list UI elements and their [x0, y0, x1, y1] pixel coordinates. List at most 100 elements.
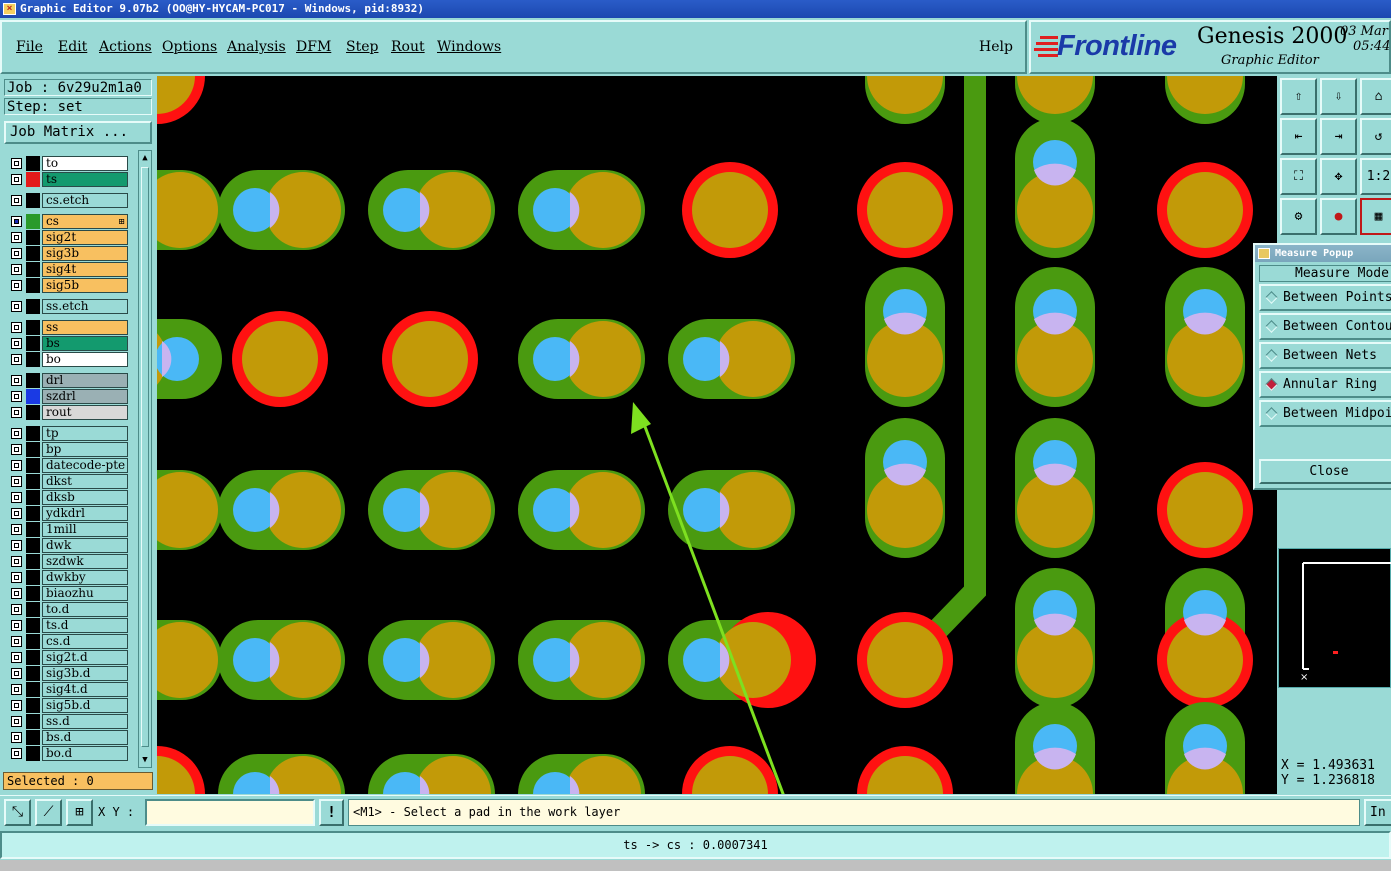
radio-icon[interactable] [1265, 320, 1278, 333]
layer-name[interactable]: cs.d [42, 634, 128, 649]
layer-name[interactable]: datecode-pte [42, 458, 128, 473]
layer-row-sig2t[interactable]: sig2t [8, 230, 128, 245]
layer-color-swatch[interactable] [26, 602, 40, 617]
layer-color-swatch[interactable] [26, 458, 40, 473]
layer-color-swatch[interactable] [26, 172, 40, 187]
layer-name[interactable]: sig3b.d [42, 666, 128, 681]
layer-color-swatch[interactable] [26, 299, 40, 314]
snap-angle-icon[interactable]: ⟋ [35, 799, 62, 826]
layer-color-swatch[interactable] [26, 682, 40, 697]
layer-row-sig5b[interactable]: sig5b [8, 278, 128, 293]
layer-name[interactable]: dksb [42, 490, 128, 505]
radio-icon[interactable] [1265, 349, 1278, 362]
layer-checkbox[interactable] [11, 508, 22, 519]
measure-option-annular-ring[interactable]: Annular Ring [1259, 371, 1391, 398]
layer-row-sig4t[interactable]: sig4t [8, 262, 128, 277]
layer-row-drl[interactable]: drl [8, 373, 128, 388]
layer-checkbox[interactable] [11, 492, 22, 503]
layer-row-ss.etch[interactable]: ss.etch [8, 299, 128, 314]
layer-color-swatch[interactable] [26, 262, 40, 277]
tools-icon[interactable]: ⚙ [1280, 198, 1317, 235]
layer-row-1mill[interactable]: 1mill [8, 522, 128, 537]
layer-row-dwkby[interactable]: dwkby [8, 570, 128, 585]
layer-checkbox[interactable] [11, 572, 22, 583]
export-icon[interactable]: ⇩ [1320, 78, 1357, 115]
menu-help[interactable]: Help [979, 39, 1013, 55]
layer-row-sig3b[interactable]: sig3b [8, 246, 128, 261]
radio-icon[interactable] [1265, 378, 1278, 391]
layer-checkbox[interactable] [11, 588, 22, 599]
layer-name[interactable]: ss.etch [42, 299, 128, 314]
xy-input[interactable] [145, 799, 315, 826]
layer-name[interactable]: bo.d [42, 746, 128, 761]
layer-checkbox[interactable] [11, 444, 22, 455]
layer-row-sig5b.d[interactable]: sig5b.d [8, 698, 128, 713]
layer-row-tp[interactable]: tp [8, 426, 128, 441]
layer-name[interactable]: ts.d [42, 618, 128, 633]
job-matrix-button[interactable]: Job Matrix ... [4, 121, 152, 144]
layer-row-cs.etch[interactable]: cs.etch [8, 193, 128, 208]
layer-color-swatch[interactable] [26, 570, 40, 585]
layer-row-cs[interactable]: cs ⊞ [8, 214, 128, 229]
layer-color-swatch[interactable] [26, 746, 40, 761]
layer-name[interactable]: rout [42, 405, 128, 420]
measure-option-between-contours[interactable]: Between Contours [1259, 313, 1391, 340]
layer-name[interactable]: 1mill [42, 522, 128, 537]
layer-checkbox[interactable] [11, 174, 22, 185]
layer-name[interactable]: ydkdrl [42, 506, 128, 521]
layer-checkbox[interactable] [11, 604, 22, 615]
layer-row-datecode-pte[interactable]: datecode-pte [8, 458, 128, 473]
layer-color-swatch[interactable] [26, 698, 40, 713]
layer-name[interactable]: to [42, 156, 128, 171]
layer-color-swatch[interactable] [26, 506, 40, 521]
layer-checkbox[interactable] [11, 540, 22, 551]
layer-checkbox[interactable] [11, 556, 22, 567]
layer-name[interactable]: ts [42, 172, 128, 187]
layer-name[interactable]: sig3b [42, 246, 128, 261]
layer-row-cs.d[interactable]: cs.d [8, 634, 128, 649]
layer-name[interactable]: bs.d [42, 730, 128, 745]
layer-row-bo.d[interactable]: bo.d [8, 746, 128, 761]
layer-row-ydkdrl[interactable]: ydkdrl [8, 506, 128, 521]
layer-name[interactable]: dwkby [42, 570, 128, 585]
menu-analysis[interactable]: Analysis [227, 39, 286, 55]
measure-option-between-midpoints[interactable]: Between Midpoints [1259, 400, 1391, 427]
layer-row-dwk[interactable]: dwk [8, 538, 128, 553]
menu-edit[interactable]: Edit [58, 39, 87, 55]
scroll-up-icon[interactable]: ▲ [140, 152, 150, 164]
layer-row-bs[interactable]: bs [8, 336, 128, 351]
grid-snap-icon[interactable]: ⊞ [66, 799, 93, 826]
layer-row-ss.d[interactable]: ss.d [8, 714, 128, 729]
radio-icon[interactable] [1265, 407, 1278, 420]
layer-color-swatch[interactable] [26, 522, 40, 537]
layer-name[interactable]: sig4t [42, 262, 128, 277]
layer-checkbox[interactable] [11, 391, 22, 402]
layer-row-ss[interactable]: ss [8, 320, 128, 335]
layer-color-swatch[interactable] [26, 618, 40, 633]
layer-checkbox[interactable] [11, 338, 22, 349]
layer-name[interactable]: bp [42, 442, 128, 457]
layer-row-sig2t.d[interactable]: sig2t.d [8, 650, 128, 665]
layer-color-swatch[interactable] [26, 389, 40, 404]
layer-checkbox[interactable] [11, 652, 22, 663]
layer-checkbox[interactable] [11, 264, 22, 275]
layer-checkbox[interactable] [11, 248, 22, 259]
zoom-center-icon[interactable]: ✥ [1320, 158, 1357, 195]
layer-color-swatch[interactable] [26, 586, 40, 601]
menu-dfm[interactable]: DFM [296, 39, 331, 55]
layer-name[interactable]: cs ⊞ [42, 214, 128, 229]
layer-row-to[interactable]: to [8, 156, 128, 171]
layer-color-swatch[interactable] [26, 405, 40, 420]
layer-checkbox[interactable] [11, 280, 22, 291]
pcb-view[interactable] [157, 76, 1277, 794]
layer-color-swatch[interactable] [26, 320, 40, 335]
layer-checkbox[interactable] [11, 748, 22, 759]
layer-name[interactable]: sig2t.d [42, 650, 128, 665]
in-button[interactable]: In [1364, 799, 1391, 826]
layer-row-to.d[interactable]: to.d [8, 602, 128, 617]
layer-color-swatch[interactable] [26, 373, 40, 388]
layer-color-swatch[interactable] [26, 474, 40, 489]
layer-color-swatch[interactable] [26, 714, 40, 729]
layer-list-scrollbar[interactable]: ▲ ▼ [138, 150, 152, 768]
home-icon[interactable]: ⌂ [1360, 78, 1391, 115]
